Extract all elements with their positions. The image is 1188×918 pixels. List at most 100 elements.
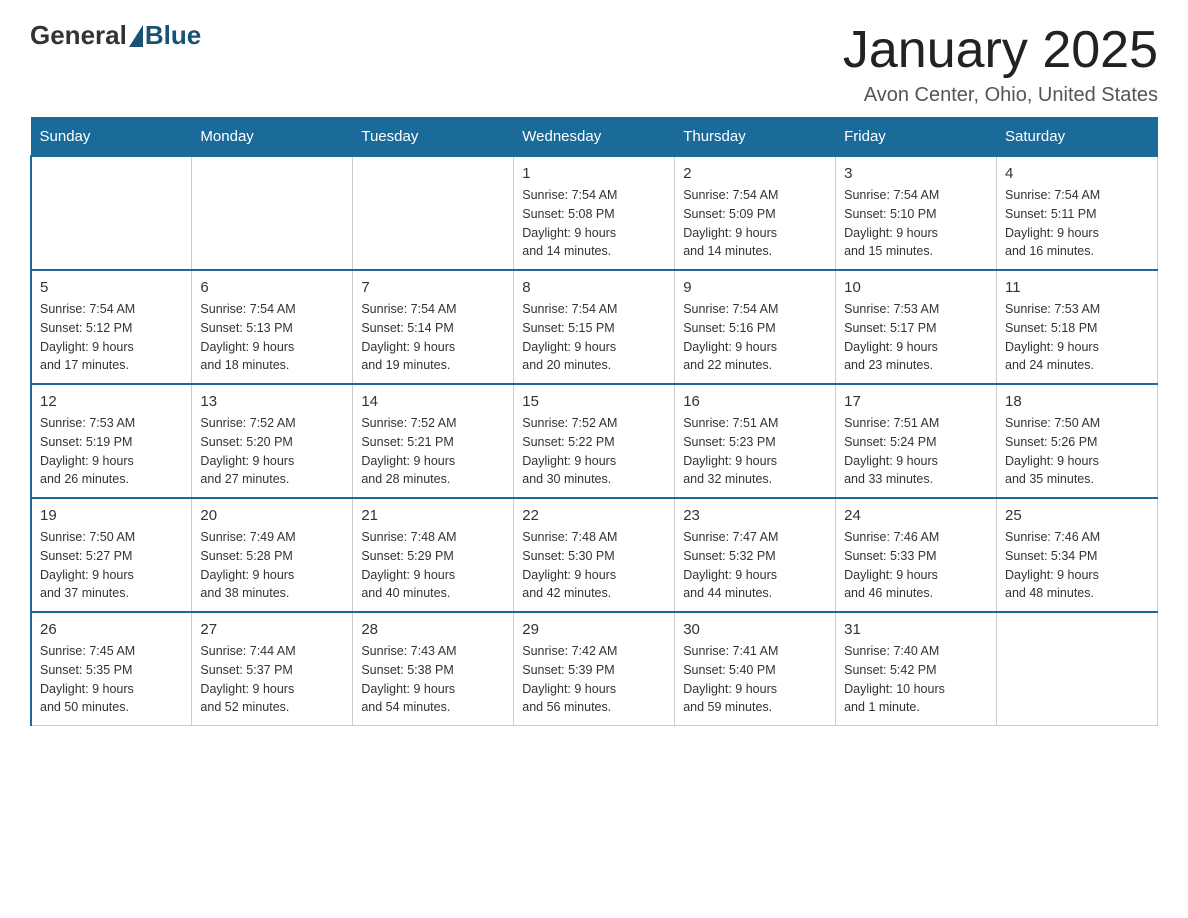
calendar-cell: 24 Sunrise: 7:46 AM Sunset: 5:33 PM Dayli… xyxy=(836,498,997,612)
day-info: Sunrise: 7:49 AM Sunset: 5:28 PM Dayligh… xyxy=(200,528,344,603)
day-info: Sunrise: 7:45 AM Sunset: 5:35 PM Dayligh… xyxy=(40,642,183,717)
calendar-subtitle: Avon Center, Ohio, United States xyxy=(843,84,1158,107)
day-info: Sunrise: 7:53 AM Sunset: 5:19 PM Dayligh… xyxy=(40,414,183,489)
calendar-cell: 7 Sunrise: 7:54 AM Sunset: 5:14 PM Daylig… xyxy=(353,270,514,384)
day-info: Sunrise: 7:54 AM Sunset: 5:12 PM Dayligh… xyxy=(40,300,183,375)
calendar-cell: 3Sunrise: 7:54 AM Sunset: 5:10 PM Daylig… xyxy=(836,156,997,270)
day-number: 9 xyxy=(683,279,827,296)
calendar-cell: 14 Sunrise: 7:52 AM Sunset: 5:21 PM Dayli… xyxy=(353,384,514,498)
day-info: Sunrise: 7:54 AM Sunset: 5:09 PM Dayligh… xyxy=(683,186,827,261)
day-info: Sunrise: 7:50 AM Sunset: 5:27 PM Dayligh… xyxy=(40,528,183,603)
calendar-header-thursday: Thursday xyxy=(675,118,836,157)
day-number: 14 xyxy=(361,393,505,410)
calendar-cell: 27 Sunrise: 7:44 AM Sunset: 5:37 PM Dayli… xyxy=(192,612,353,726)
day-info: Sunrise: 7:54 AM Sunset: 5:15 PM Dayligh… xyxy=(522,300,666,375)
day-info: Sunrise: 7:54 AM Sunset: 5:14 PM Dayligh… xyxy=(361,300,505,375)
day-number: 7 xyxy=(361,279,505,296)
day-info: Sunrise: 7:54 AM Sunset: 5:11 PM Dayligh… xyxy=(1005,186,1149,261)
day-number: 25 xyxy=(1005,507,1149,524)
day-number: 4 xyxy=(1005,165,1149,182)
day-number: 27 xyxy=(200,621,344,638)
calendar-cell: 19 Sunrise: 7:50 AM Sunset: 5:27 PM Dayli… xyxy=(31,498,192,612)
day-info: Sunrise: 7:42 AM Sunset: 5:39 PM Dayligh… xyxy=(522,642,666,717)
calendar-cell: 18Sunrise: 7:50 AM Sunset: 5:26 PM Dayli… xyxy=(997,384,1158,498)
calendar-cell: 25 Sunrise: 7:46 AM Sunset: 5:34 PM Dayli… xyxy=(997,498,1158,612)
calendar-table: SundayMondayTuesdayWednesdayThursdayFrid… xyxy=(30,117,1158,726)
day-info: Sunrise: 7:41 AM Sunset: 5:40 PM Dayligh… xyxy=(683,642,827,717)
calendar-cell: 16Sunrise: 7:51 AM Sunset: 5:23 PM Dayli… xyxy=(675,384,836,498)
calendar-header-tuesday: Tuesday xyxy=(353,118,514,157)
day-number: 1 xyxy=(522,165,666,182)
calendar-cell xyxy=(353,156,514,270)
day-number: 23 xyxy=(683,507,827,524)
day-info: Sunrise: 7:46 AM Sunset: 5:34 PM Dayligh… xyxy=(1005,528,1149,603)
day-info: Sunrise: 7:53 AM Sunset: 5:17 PM Dayligh… xyxy=(844,300,988,375)
day-number: 6 xyxy=(200,279,344,296)
calendar-week-row: 12Sunrise: 7:53 AM Sunset: 5:19 PM Dayli… xyxy=(31,384,1158,498)
calendar-cell: 5 Sunrise: 7:54 AM Sunset: 5:12 PM Daylig… xyxy=(31,270,192,384)
calendar-header-friday: Friday xyxy=(836,118,997,157)
day-number: 8 xyxy=(522,279,666,296)
calendar-week-row: 19 Sunrise: 7:50 AM Sunset: 5:27 PM Dayli… xyxy=(31,498,1158,612)
day-info: Sunrise: 7:43 AM Sunset: 5:38 PM Dayligh… xyxy=(361,642,505,717)
calendar-header-row: SundayMondayTuesdayWednesdayThursdayFrid… xyxy=(31,118,1158,157)
calendar-cell: 22 Sunrise: 7:48 AM Sunset: 5:30 PM Dayli… xyxy=(514,498,675,612)
day-number: 2 xyxy=(683,165,827,182)
calendar-cell: 30 Sunrise: 7:41 AM Sunset: 5:40 PM Dayli… xyxy=(675,612,836,726)
calendar-header-monday: Monday xyxy=(192,118,353,157)
calendar-cell: 2 Sunrise: 7:54 AM Sunset: 5:09 PM Daylig… xyxy=(675,156,836,270)
day-number: 5 xyxy=(40,279,183,296)
calendar-cell: 9 Sunrise: 7:54 AM Sunset: 5:16 PM Daylig… xyxy=(675,270,836,384)
calendar-cell: 10 Sunrise: 7:53 AM Sunset: 5:17 PM Dayli… xyxy=(836,270,997,384)
day-info: Sunrise: 7:54 AM Sunset: 5:16 PM Dayligh… xyxy=(683,300,827,375)
day-number: 22 xyxy=(522,507,666,524)
calendar-cell: 13Sunrise: 7:52 AM Sunset: 5:20 PM Dayli… xyxy=(192,384,353,498)
day-number: 21 xyxy=(361,507,505,524)
calendar-header-sunday: Sunday xyxy=(31,118,192,157)
calendar-week-row: 1 Sunrise: 7:54 AM Sunset: 5:08 PM Daylig… xyxy=(31,156,1158,270)
day-info: Sunrise: 7:44 AM Sunset: 5:37 PM Dayligh… xyxy=(200,642,344,717)
calendar-header-saturday: Saturday xyxy=(997,118,1158,157)
calendar-cell: 11Sunrise: 7:53 AM Sunset: 5:18 PM Dayli… xyxy=(997,270,1158,384)
calendar-cell: 8 Sunrise: 7:54 AM Sunset: 5:15 PM Daylig… xyxy=(514,270,675,384)
calendar-cell xyxy=(31,156,192,270)
day-info: Sunrise: 7:52 AM Sunset: 5:22 PM Dayligh… xyxy=(522,414,666,489)
day-number: 26 xyxy=(40,621,183,638)
calendar-title: January 2025 xyxy=(843,20,1158,80)
calendar-cell: 29 Sunrise: 7:42 AM Sunset: 5:39 PM Dayli… xyxy=(514,612,675,726)
day-number: 15 xyxy=(522,393,666,410)
calendar-header-wednesday: Wednesday xyxy=(514,118,675,157)
day-info: Sunrise: 7:52 AM Sunset: 5:21 PM Dayligh… xyxy=(361,414,505,489)
calendar-cell: 17Sunrise: 7:51 AM Sunset: 5:24 PM Dayli… xyxy=(836,384,997,498)
logo-general-text: General xyxy=(30,20,127,51)
calendar-week-row: 26 Sunrise: 7:45 AM Sunset: 5:35 PM Dayli… xyxy=(31,612,1158,726)
day-info: Sunrise: 7:54 AM Sunset: 5:08 PM Dayligh… xyxy=(522,186,666,261)
day-number: 19 xyxy=(40,507,183,524)
calendar-cell: 4 Sunrise: 7:54 AM Sunset: 5:11 PM Daylig… xyxy=(997,156,1158,270)
day-number: 30 xyxy=(683,621,827,638)
day-info: Sunrise: 7:54 AM Sunset: 5:10 PM Dayligh… xyxy=(844,186,988,261)
day-info: Sunrise: 7:53 AM Sunset: 5:18 PM Dayligh… xyxy=(1005,300,1149,375)
day-info: Sunrise: 7:48 AM Sunset: 5:30 PM Dayligh… xyxy=(522,528,666,603)
day-number: 29 xyxy=(522,621,666,638)
day-info: Sunrise: 7:47 AM Sunset: 5:32 PM Dayligh… xyxy=(683,528,827,603)
day-info: Sunrise: 7:46 AM Sunset: 5:33 PM Dayligh… xyxy=(844,528,988,603)
logo-blue-part: Blue xyxy=(127,20,201,51)
day-info: Sunrise: 7:54 AM Sunset: 5:13 PM Dayligh… xyxy=(200,300,344,375)
calendar-cell: 6 Sunrise: 7:54 AM Sunset: 5:13 PM Daylig… xyxy=(192,270,353,384)
calendar-cell: 21Sunrise: 7:48 AM Sunset: 5:29 PM Dayli… xyxy=(353,498,514,612)
calendar-cell: 15 Sunrise: 7:52 AM Sunset: 5:22 PM Dayli… xyxy=(514,384,675,498)
day-info: Sunrise: 7:50 AM Sunset: 5:26 PM Dayligh… xyxy=(1005,414,1149,489)
day-number: 10 xyxy=(844,279,988,296)
calendar-cell xyxy=(997,612,1158,726)
day-number: 20 xyxy=(200,507,344,524)
title-section: January 2025 Avon Center, Ohio, United S… xyxy=(843,20,1158,107)
day-number: 16 xyxy=(683,393,827,410)
calendar-cell xyxy=(192,156,353,270)
logo-blue-text: Blue xyxy=(145,20,201,51)
day-info: Sunrise: 7:52 AM Sunset: 5:20 PM Dayligh… xyxy=(200,414,344,489)
day-number: 17 xyxy=(844,393,988,410)
calendar-cell: 12Sunrise: 7:53 AM Sunset: 5:19 PM Dayli… xyxy=(31,384,192,498)
page-header: General Blue January 2025 Avon Center, O… xyxy=(30,20,1158,107)
day-number: 24 xyxy=(844,507,988,524)
